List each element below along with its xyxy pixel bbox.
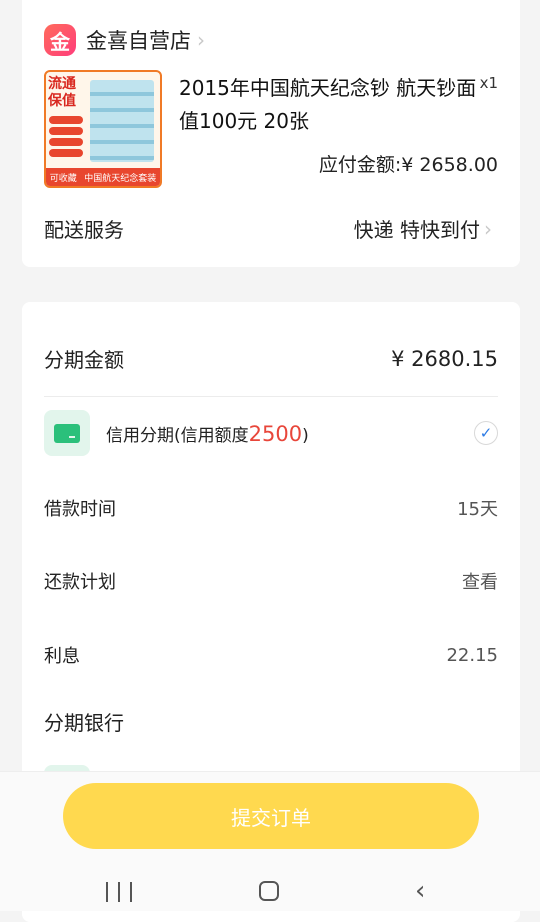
product-image-banner: 可收藏 中国航天纪念套装 bbox=[46, 168, 160, 186]
interest-row: 利息 22.15 bbox=[44, 642, 498, 668]
banknote-stack-graphic bbox=[90, 80, 154, 162]
home-icon[interactable] bbox=[259, 881, 279, 901]
credit-installment-label: 信用分期(信用额度2500) bbox=[106, 421, 309, 446]
credit-installment-option[interactable]: 信用分期(信用额度2500) ✓ bbox=[44, 410, 498, 456]
store-logo-icon: 金 bbox=[44, 24, 76, 56]
installment-amount-value: ¥ 2680.15 bbox=[391, 346, 498, 371]
product-image-headline: 流通保值 bbox=[48, 76, 76, 109]
bank-row: 分期银行 bbox=[44, 707, 498, 736]
check-icon[interactable]: ✓ bbox=[474, 421, 498, 445]
credit-limit-value: 2500 bbox=[248, 421, 303, 446]
system-navbar: ‹ bbox=[0, 872, 540, 910]
back-icon[interactable]: ‹ bbox=[415, 878, 425, 904]
product-image-banner-right: 中国航天纪念套装 bbox=[84, 173, 157, 184]
loan-term-label: 借款时间 bbox=[44, 499, 116, 520]
loan-term-value: 15天 bbox=[457, 499, 498, 520]
product-quantity: x1 bbox=[479, 74, 498, 92]
delivery-value: 快递 特快到付 bbox=[353, 218, 480, 242]
product-title[interactable]: 2015年中国航天纪念钞 航天钞面值100元 20张 bbox=[179, 72, 479, 138]
order-card: 金 金喜自营店 › 流通保值 可收藏 中国航天纪念套装 2015年中国航天纪念钞… bbox=[22, 0, 520, 267]
installment-amount-label: 分期金额 bbox=[44, 348, 124, 372]
repayment-plan-view-link[interactable]: 查看 bbox=[462, 568, 498, 594]
divider bbox=[44, 396, 498, 397]
credit-card-icon bbox=[44, 410, 90, 456]
store-name[interactable]: 金喜自营店 bbox=[86, 25, 191, 55]
product-image-tags bbox=[49, 116, 83, 160]
installment-amount-row: 分期金额 ¥ 2680.15 bbox=[44, 344, 498, 373]
repayment-plan-row[interactable]: 还款计划 查看 bbox=[44, 568, 498, 594]
delivery-label: 配送服务 bbox=[44, 218, 124, 242]
product-image[interactable]: 流通保值 可收藏 中国航天纪念套装 bbox=[44, 70, 162, 188]
recents-icon[interactable] bbox=[106, 882, 132, 902]
chevron-right-icon: › bbox=[484, 216, 492, 241]
interest-label: 利息 bbox=[44, 646, 80, 667]
loan-term-row: 借款时间 15天 bbox=[44, 495, 498, 521]
delivery-selector[interactable]: 快递 特快到付 › bbox=[354, 214, 492, 243]
submit-order-button[interactable]: 提交订单 bbox=[63, 783, 479, 849]
chevron-right-icon: › bbox=[197, 28, 205, 52]
repayment-plan-label: 还款计划 bbox=[44, 572, 116, 593]
product-image-banner-left: 可收藏 bbox=[49, 173, 77, 184]
bank-label: 分期银行 bbox=[44, 711, 124, 735]
store-header[interactable]: 金 金喜自营店 › bbox=[44, 22, 205, 58]
payable-amount: 应付金额:¥ 2658.00 bbox=[318, 154, 498, 176]
bottom-bar: 提交订单 ‹ bbox=[0, 771, 540, 911]
interest-value: 22.15 bbox=[446, 644, 498, 666]
